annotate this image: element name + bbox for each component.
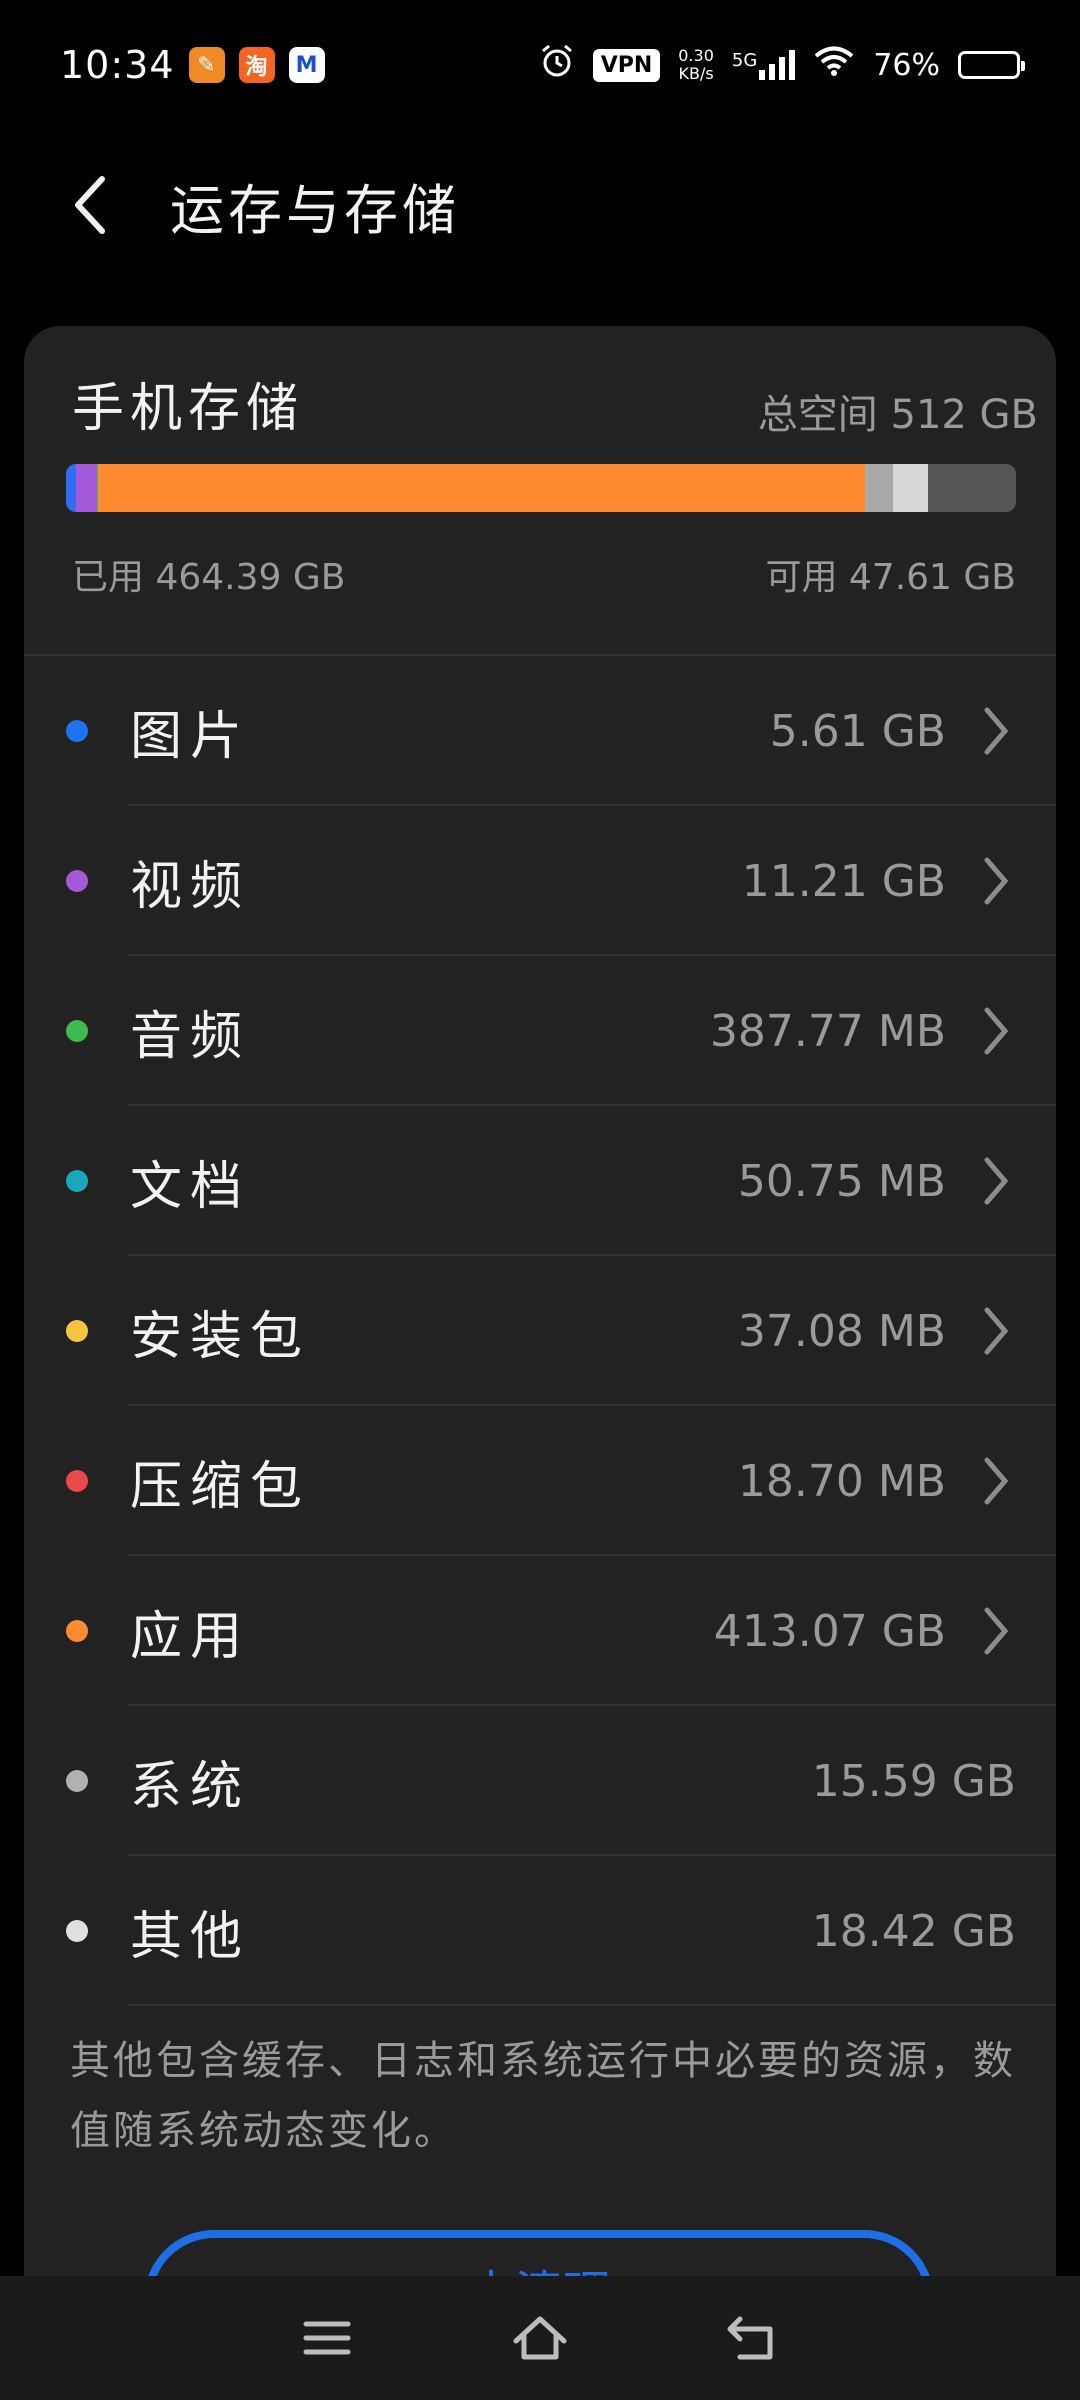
color-dot: [66, 1770, 88, 1792]
category-row-archives[interactable]: 压缩包 18.70 MB: [24, 1406, 1056, 1556]
navigation-bar: [0, 2276, 1080, 2400]
category-label: 文档: [130, 1156, 251, 1217]
category-label: 应用: [130, 1606, 251, 1667]
storage-usage-bar: [66, 464, 1016, 512]
chevron-right-icon: [976, 1451, 1016, 1511]
color-dot: [66, 1920, 88, 1942]
signal-icon: 5G: [731, 50, 796, 80]
category-label: 视频: [130, 856, 251, 917]
usage-segment: [893, 464, 928, 512]
category-row-apps[interactable]: 应用 413.07 GB: [24, 1556, 1056, 1706]
taobao-icon: 淘: [238, 47, 275, 83]
category-row-installers[interactable]: 安装包 37.08 MB: [24, 1256, 1056, 1406]
network-type: 5G: [731, 50, 758, 71]
category-size: 18.70 MB: [737, 1455, 946, 1507]
category-size: 15.59 GB: [811, 1755, 1016, 1807]
category-row-videos[interactable]: 视频 11.21 GB: [24, 806, 1056, 956]
chevron-right-icon: [976, 1001, 1016, 1061]
color-dot: [66, 1020, 88, 1042]
battery-percent: 76%: [873, 47, 940, 83]
category-row-images[interactable]: 图片 5.61 GB: [24, 656, 1056, 806]
chevron-left-icon: [75, 176, 105, 234]
storage-card: 手机存储 总空间 512 GB 已用 464.39 GB 可用 47.61 GB…: [24, 326, 1056, 2370]
status-bar: 10:34 ✎ 淘 M VPN 0.30 KB/s 5G 76%: [0, 0, 1080, 130]
color-dot: [66, 1470, 88, 1492]
usage-segment: [76, 464, 98, 512]
color-dot: [66, 720, 88, 742]
category-label: 安装包: [130, 1306, 311, 1367]
net-speed: 0.30 KB/s: [678, 47, 714, 83]
net-speed-unit: KB/s: [678, 64, 714, 83]
back-arrow-icon[interactable]: [713, 2298, 793, 2378]
mail-icon: M: [288, 47, 325, 83]
back-button[interactable]: [50, 165, 130, 245]
page-header: 运存与存储: [0, 150, 1080, 260]
color-dot: [66, 1620, 88, 1642]
category-label: 图片: [130, 706, 251, 767]
usage-segment: [98, 464, 865, 512]
status-left: 10:34 ✎ 淘 M: [60, 43, 325, 87]
storage-header: 手机存储 总空间 512 GB: [72, 366, 1038, 441]
color-dot: [66, 870, 88, 892]
color-dot: [66, 1170, 88, 1192]
chevron-right-icon: [976, 1301, 1016, 1361]
chevron-right-icon: [976, 701, 1016, 761]
free-space: 可用 47.61 GB: [765, 557, 1016, 598]
page-title: 运存与存储: [170, 178, 460, 242]
status-time: 10:34: [60, 43, 175, 87]
category-label: 其他: [130, 1906, 251, 1967]
category-row-documents[interactable]: 文档 50.75 MB: [24, 1106, 1056, 1256]
net-speed-value: 0.30: [678, 46, 714, 65]
category-size: 37.08 MB: [737, 1305, 946, 1357]
battery-icon: [958, 51, 1025, 79]
used-space: 已用 464.39 GB: [72, 557, 346, 598]
category-size: 5.61 GB: [769, 705, 946, 757]
storage-total: 总空间 512 GB: [757, 392, 1038, 438]
usage-segment: [864, 464, 894, 512]
yellow-app-icon: ✎: [188, 47, 225, 83]
chevron-right-icon: [976, 1151, 1016, 1211]
category-row-audio[interactable]: 音频 387.77 MB: [24, 956, 1056, 1106]
category-size: 413.07 GB: [713, 1605, 946, 1657]
category-size: 18.42 GB: [811, 1905, 1016, 1957]
category-list: 图片 5.61 GB 视频 11.21 GB 音频 387.77 MB 文档 5…: [24, 656, 1056, 2006]
category-size: 387.77 MB: [709, 1005, 946, 1057]
color-dot: [66, 1320, 88, 1342]
other-note: 其他包含缓存、日志和系统运行中必要的资源，数值随系统动态变化。: [70, 2038, 1016, 2154]
category-size: 11.21 GB: [741, 855, 946, 907]
status-right: VPN 0.30 KB/s 5G 76%: [539, 43, 1025, 87]
vpn-badge: VPN: [592, 48, 661, 82]
home-icon[interactable]: [500, 2298, 580, 2378]
chevron-right-icon: [976, 851, 1016, 911]
category-row-other: 其他 18.42 GB: [24, 1856, 1056, 2006]
storage-title: 手机存储: [72, 379, 305, 439]
category-size: 50.75 MB: [737, 1155, 946, 1207]
wifi-icon: [813, 45, 855, 85]
category-label: 压缩包: [130, 1456, 311, 1517]
alarm-icon: [539, 43, 575, 87]
usage-segment: [66, 464, 77, 512]
category-row-system: 系统 15.59 GB: [24, 1706, 1056, 1856]
category-label: 系统: [130, 1756, 251, 1817]
menu-icon[interactable]: [287, 2298, 367, 2378]
chevron-right-icon: [976, 1601, 1016, 1661]
category-label: 音频: [130, 1006, 251, 1067]
